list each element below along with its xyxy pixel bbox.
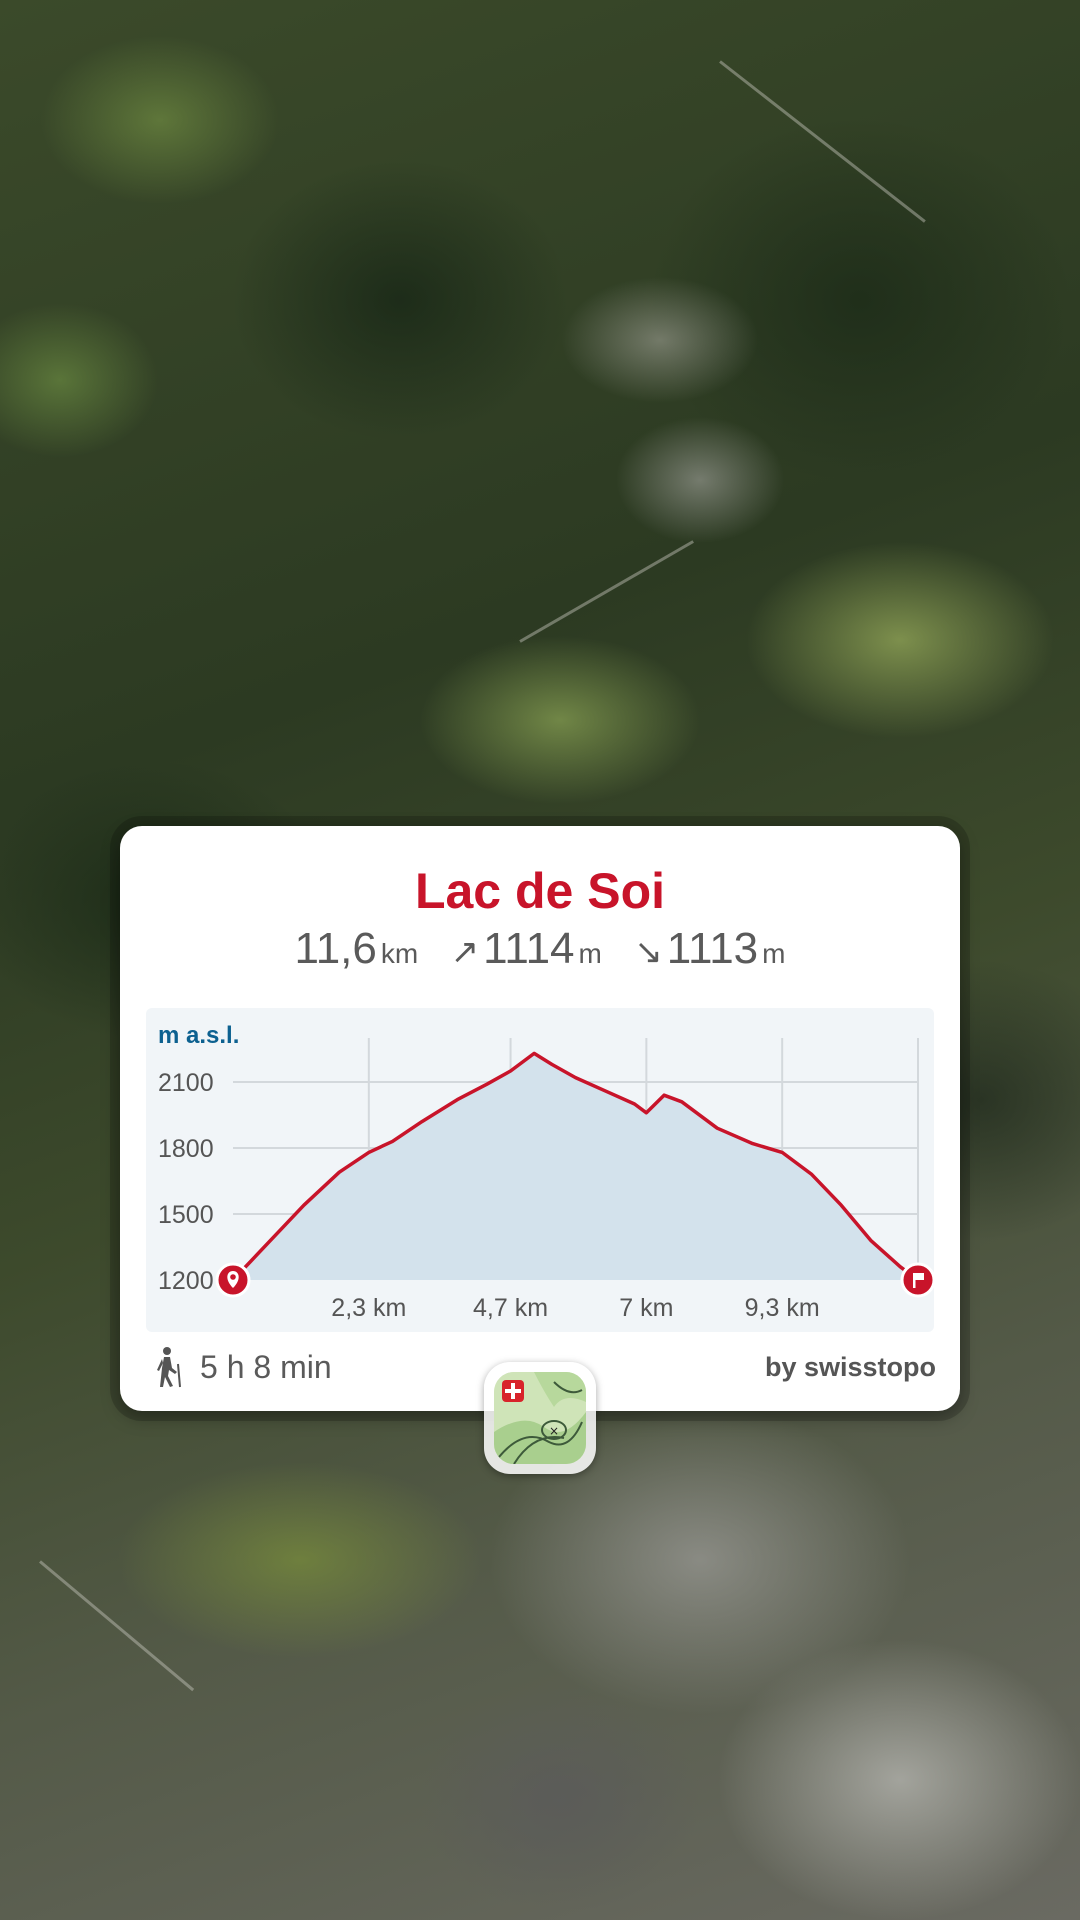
distance-stat: 11,6 km: [295, 924, 419, 974]
start-pin-dot: [230, 1274, 236, 1280]
ascent-value: 1114: [483, 924, 575, 973]
y-axis-label: m a.s.l.: [158, 1022, 239, 1049]
y-tick-label: 2100: [158, 1069, 214, 1097]
app-badge[interactable]: ×: [484, 1362, 596, 1474]
ascent-arrow-icon: ↗: [450, 933, 480, 971]
distance-value: 11,6: [294, 924, 377, 973]
finish-flag-cloth: [915, 1273, 924, 1280]
credit-text: by swisstopo: [764, 1352, 936, 1382]
elevation-area: [233, 1053, 918, 1280]
svg-text:×: ×: [549, 1424, 559, 1438]
swisstopo-app-icon[interactable]: ×: [494, 1372, 586, 1464]
hiker-icon: [157, 1347, 181, 1388]
elevation-profile-chart[interactable]: 2100 1800 1500 1200 2,3 km 4,7 km 7 km 9,3 km m …: [146, 1008, 934, 1332]
x-tick-label: 2,3 km: [331, 1294, 406, 1322]
x-tick-label: 7 km: [619, 1294, 673, 1322]
x-tick-label: 4,7 km: [473, 1294, 548, 1322]
duration-text: 5 h 8 min: [200, 1348, 332, 1385]
app-icon-graphic: ×: [494, 1372, 586, 1464]
y-tick-label: 1500: [158, 1201, 214, 1229]
x-tick-label: 9,3 km: [745, 1294, 820, 1322]
route-card[interactable]: Lac de Soi 11,6 km ↗1114 m ↘1113 m 2100 1800…: [120, 826, 960, 1411]
route-title: Lac de Soi: [414, 863, 666, 919]
elevation-profile-svg: 2100 1800 1500 1200 2,3 km 4,7 km 7 km 9,3 km m …: [158, 1022, 934, 1322]
descent-value: 1113: [666, 924, 759, 973]
y-tick-label: 1800: [158, 1135, 214, 1163]
y-tick-label: 1200: [158, 1267, 214, 1295]
distance-unit: km: [380, 938, 419, 969]
descent-stat: ↘1113 m: [634, 924, 785, 974]
ascent-stat: ↗1114 m: [451, 924, 602, 974]
route-stats: 11,6 km ↗1114 m ↘1113 m: [120, 924, 960, 974]
hike-duration: 5 h 8 min: [150, 1344, 332, 1390]
descent-arrow-icon: ↘: [634, 933, 663, 971]
descent-unit: m: [762, 938, 786, 969]
ascent-unit: m: [578, 938, 602, 969]
